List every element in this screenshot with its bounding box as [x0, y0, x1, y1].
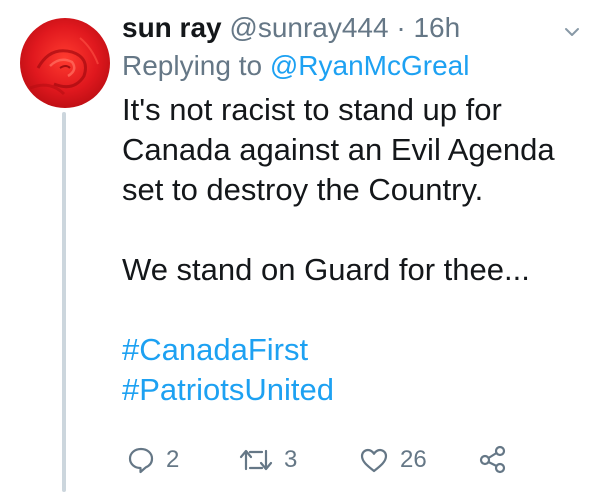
reply-count: 2: [166, 446, 180, 473]
separator-dot: ·: [396, 12, 406, 43]
tweet-text-line: It's not racist to stand up for: [122, 92, 502, 127]
tweet-text-line: We stand on Guard for thee...: [122, 252, 530, 287]
hashtag-link[interactable]: #PatriotsUnited: [122, 370, 562, 410]
thread-line: [62, 112, 66, 492]
tweet-text-line: Canada against an Evil Agenda: [122, 132, 555, 167]
replying-to: Replying to @RyanMcGreal: [122, 48, 562, 84]
share-icon: [479, 445, 506, 474]
retweet-count: 3: [284, 446, 298, 473]
avatar[interactable]: [20, 18, 110, 108]
timestamp[interactable]: 16h: [413, 12, 460, 43]
tweet-text: It's not racist to stand up for Canada a…: [122, 90, 562, 410]
rose-avatar-image: [20, 18, 110, 108]
hashtag-link[interactable]: #CanadaFirst: [122, 330, 562, 370]
tweet-text-line: set to destroy the Country.: [122, 172, 484, 207]
tweet-actions: 2 3 26: [122, 440, 582, 480]
reply-bubble-icon: [128, 447, 154, 474]
reply-button[interactable]: 2: [126, 444, 179, 476]
handle[interactable]: @sunray444: [229, 12, 388, 43]
like-count: 26: [400, 446, 427, 473]
heart-icon: [360, 448, 388, 473]
replying-prefix: Replying to: [122, 50, 263, 81]
retweet-icon: [239, 449, 273, 471]
tweet-header: sun ray @sunray444 · 16h: [122, 10, 562, 46]
replying-to-link[interactable]: @RyanMcGreal: [270, 50, 470, 81]
share-button[interactable]: [478, 444, 508, 474]
display-name[interactable]: sun ray: [122, 12, 222, 43]
tweet-content: sun ray @sunray444 · 16h Replying to @Ry…: [122, 10, 562, 410]
retweet-button[interactable]: 3: [238, 444, 297, 476]
like-button[interactable]: 26: [358, 444, 427, 476]
chevron-down-icon[interactable]: [562, 22, 582, 42]
